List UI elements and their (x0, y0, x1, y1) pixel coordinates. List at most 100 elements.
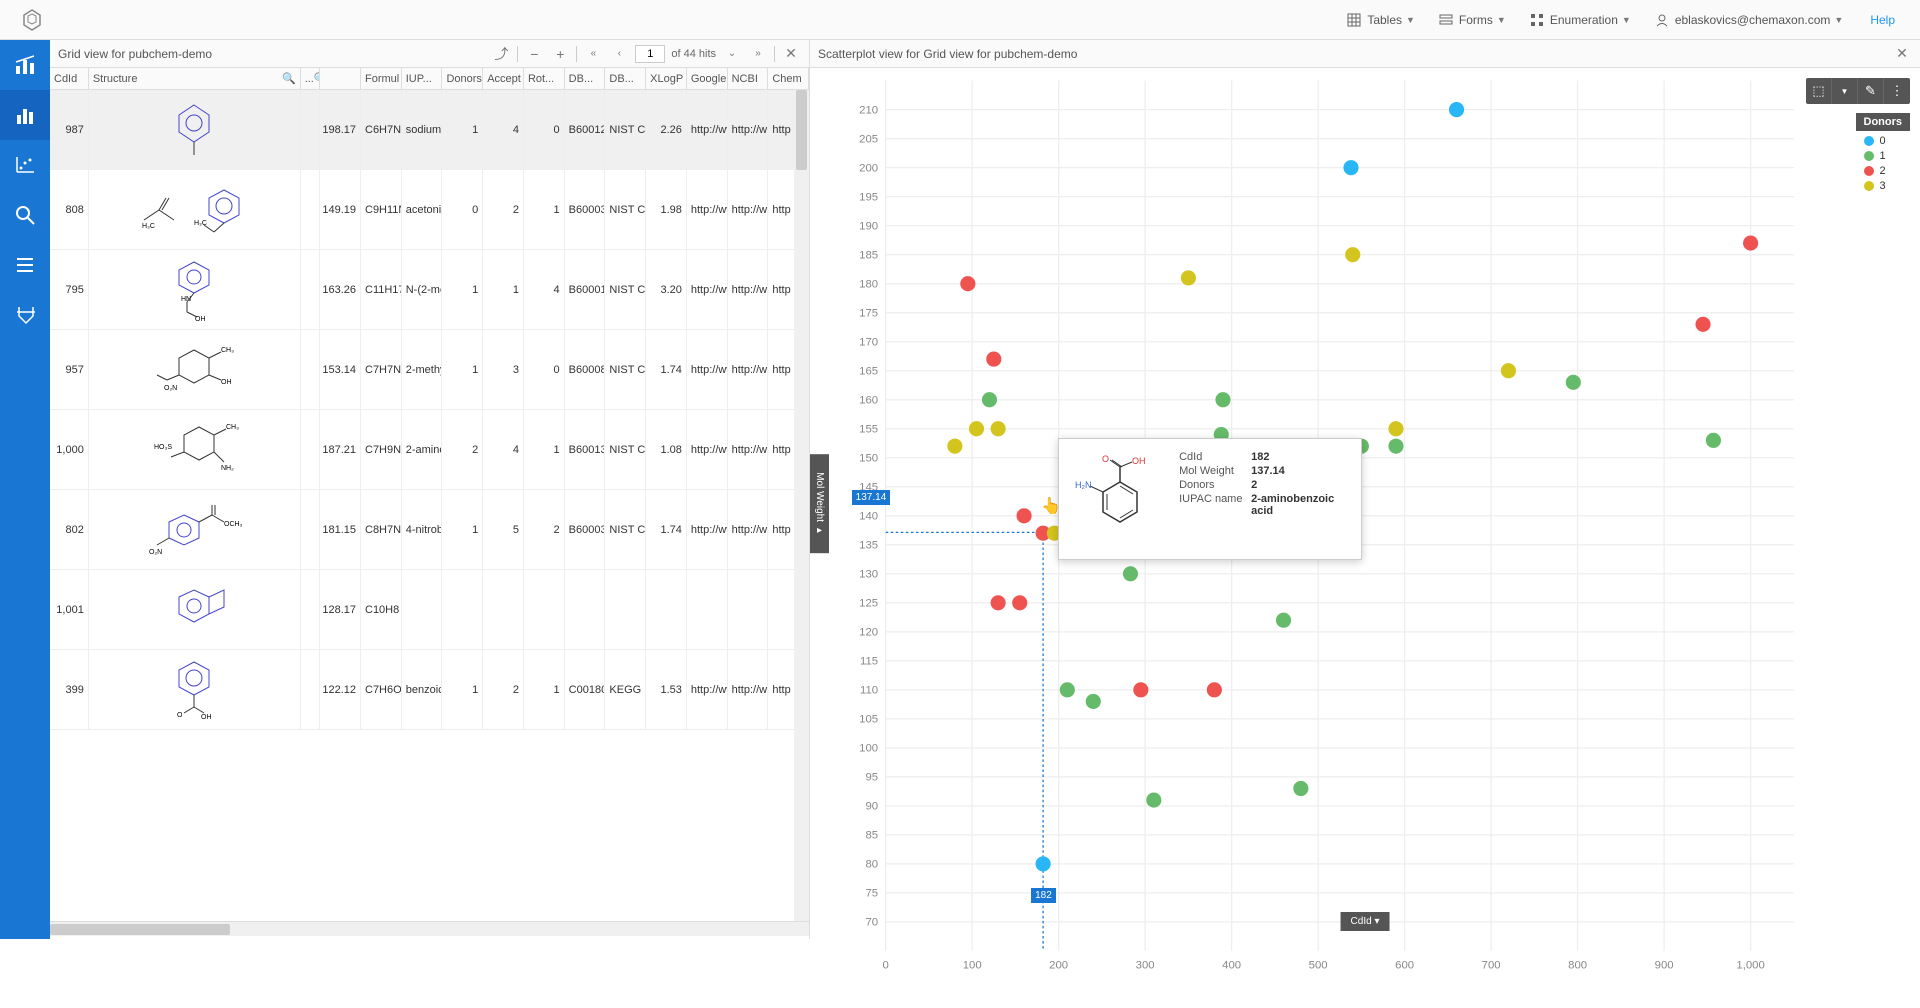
table-row[interactable]: 957CH₃OHO₂N153.14C7H7NO2-methy130B600080… (50, 330, 809, 410)
table-cell: 4 (524, 250, 565, 329)
horizontal-scrollbar[interactable] (50, 921, 809, 936)
table-row[interactable]: 1,001128.17C10H8 (50, 570, 809, 650)
scatter-chart[interactable]: 7075808590951001051101151201251301351401… (810, 68, 1920, 1008)
sidebar-item-search[interactable] (0, 190, 50, 240)
data-point[interactable] (1017, 508, 1032, 523)
sidebar-item-dashboard[interactable] (0, 40, 50, 90)
data-point[interactable] (969, 421, 984, 436)
legend-item[interactable]: 0 (1856, 135, 1911, 147)
prev-page-button[interactable]: ‹ (609, 44, 629, 64)
column-header[interactable]: DB... (565, 68, 606, 89)
app-logo-icon (20, 8, 44, 32)
vertical-scrollbar[interactable] (794, 90, 809, 924)
scatter-area[interactable]: 7075808590951001051101151201251301351401… (810, 68, 1920, 939)
data-point[interactable] (982, 392, 997, 407)
select-tool-button[interactable]: ⬚ (1806, 78, 1832, 104)
select-dropdown-button[interactable]: ▼ (1832, 78, 1858, 104)
menu-enumeration[interactable]: Enumeration ▼ (1518, 0, 1643, 40)
svg-text:300: 300 (1136, 960, 1155, 972)
data-point[interactable] (1012, 595, 1027, 610)
y-axis-selector[interactable]: Mol Weight ▸ (810, 454, 829, 554)
column-header[interactable]: Rot... (524, 68, 565, 89)
data-point[interactable] (986, 352, 1001, 367)
column-header[interactable]: Formul (361, 68, 402, 89)
first-page-button[interactable]: « (583, 44, 603, 64)
column-header[interactable]: DB... (605, 68, 646, 89)
close-panel-button[interactable]: ✕ (781, 44, 801, 64)
column-header[interactable]: XLogP (646, 68, 687, 89)
data-point[interactable] (991, 595, 1006, 610)
table-row[interactable]: 987198.17C6H7Nasodium s140B600125NIST Ch… (50, 90, 809, 170)
data-point[interactable] (1501, 363, 1516, 378)
data-point[interactable] (1181, 270, 1196, 285)
sidebar-item-charts[interactable] (0, 90, 50, 140)
page-input[interactable] (635, 45, 665, 63)
menu-user[interactable]: eblaskovics@chemaxon.com ▼ (1643, 0, 1856, 40)
column-header[interactable]: Google (687, 68, 728, 89)
menu-tables-label: Tables (1367, 13, 1402, 27)
column-header[interactable]: Structure🔍 (89, 68, 301, 89)
sidebar (0, 40, 50, 939)
data-point[interactable] (947, 439, 962, 454)
grid-body[interactable]: 987198.17C6H7Nasodium s140B600125NIST Ch… (50, 90, 809, 921)
data-point[interactable] (1566, 375, 1581, 390)
column-header[interactable]: Accept (483, 68, 524, 89)
column-header[interactable]: CdId (50, 68, 89, 89)
next-page-button[interactable]: ⌄ (722, 44, 742, 64)
zoom-out-button[interactable]: − (524, 44, 544, 64)
data-point[interactable] (1133, 682, 1148, 697)
data-point[interactable] (960, 276, 975, 291)
data-point[interactable] (1388, 421, 1403, 436)
sidebar-item-list[interactable] (0, 240, 50, 290)
data-point[interactable] (1449, 102, 1464, 117)
table-row[interactable]: 795HNOH163.26C11H17N-(2-me114B600017NIST… (50, 250, 809, 330)
column-header[interactable]: NCBI (728, 68, 769, 89)
data-point[interactable] (1388, 439, 1403, 454)
legend-item[interactable]: 1 (1856, 150, 1911, 162)
data-point[interactable] (1207, 682, 1222, 697)
last-page-button[interactable]: » (748, 44, 768, 64)
column-header[interactable]: Donors (442, 68, 483, 89)
table-row[interactable]: 808H₃CH₃C149.19C9H11Nacetonitr021B600030… (50, 170, 809, 250)
legend-item[interactable]: 2 (1856, 165, 1911, 177)
share-icon[interactable]: ⤴ (491, 44, 511, 64)
data-point[interactable] (1276, 613, 1291, 628)
menu-tables[interactable]: Tables ▼ (1335, 0, 1427, 40)
column-header[interactable]: IUP... (402, 68, 443, 89)
table-cell: 122.12 (320, 650, 361, 729)
data-point[interactable] (1123, 566, 1138, 581)
svg-text:185: 185 (859, 249, 878, 261)
data-point[interactable] (1293, 781, 1308, 796)
x-axis-selector[interactable]: CdId ▾ (1341, 912, 1390, 931)
close-panel-button[interactable]: ✕ (1892, 44, 1912, 64)
data-point[interactable] (1695, 317, 1710, 332)
data-point[interactable] (1215, 392, 1230, 407)
legend-item[interactable]: 3 (1856, 180, 1911, 192)
data-point[interactable] (1706, 433, 1721, 448)
search-icon[interactable]: 🔍 (282, 72, 296, 85)
sidebar-item-workflow[interactable] (0, 290, 50, 340)
column-header[interactable]: ...🔍 (301, 68, 321, 89)
data-point[interactable] (1146, 793, 1161, 808)
table-row[interactable]: 1,000CH₃NH₂HO₃S187.21C7H9NO2-amino241B60… (50, 410, 809, 490)
more-options-button[interactable]: ⋮ (1884, 78, 1910, 104)
data-point[interactable] (1036, 856, 1051, 871)
table-cell: B600080 (565, 330, 606, 409)
data-point[interactable] (991, 421, 1006, 436)
data-point[interactable] (1060, 682, 1075, 697)
column-header[interactable] (320, 68, 361, 89)
menu-forms[interactable]: Forms ▼ (1427, 0, 1518, 40)
data-point[interactable] (1743, 236, 1758, 251)
data-point[interactable] (1086, 694, 1101, 709)
data-point[interactable] (1345, 247, 1360, 262)
zoom-in-button[interactable]: + (550, 44, 570, 64)
table-row[interactable]: 399OOH122.12C7H6O2benzoic121C00180KEGG1.… (50, 650, 809, 730)
column-header[interactable]: Chem (768, 68, 809, 89)
scrollbar-thumb[interactable] (796, 90, 807, 170)
table-row[interactable]: 802OCH₃O₂N181.15C8H7NO4-nitrobe152B60003… (50, 490, 809, 570)
scrollbar-thumb[interactable] (50, 924, 230, 935)
data-point[interactable] (1343, 160, 1358, 175)
draw-tool-button[interactable]: ✎ (1858, 78, 1884, 104)
help-link[interactable]: Help (1855, 0, 1910, 40)
sidebar-item-scatter[interactable] (0, 140, 50, 190)
